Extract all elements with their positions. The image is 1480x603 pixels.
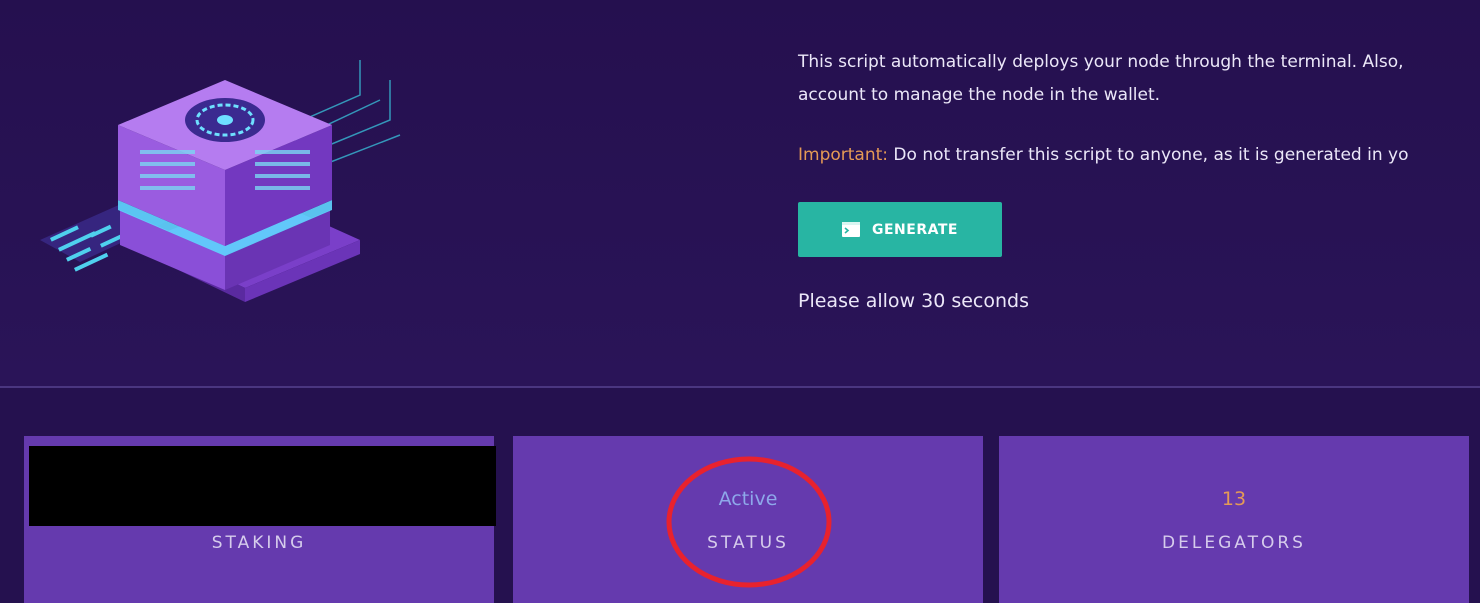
red-annotation-circle: [666, 456, 832, 588]
section-divider: [0, 386, 1480, 388]
generate-button[interactable]: GENERATE: [798, 202, 1002, 257]
delegators-label: DELEGATORS: [1162, 533, 1306, 553]
generate-button-label: GENERATE: [872, 221, 958, 238]
staking-card: STAKING: [24, 436, 496, 603]
wait-notice: Please allow 30 seconds: [798, 290, 1029, 312]
staking-label: STAKING: [211, 533, 307, 553]
important-text: Do not transfer this script to anyone, a…: [888, 145, 1409, 165]
description-line-2: account to manage the node in the wallet…: [798, 85, 1161, 105]
important-label: Important:: [798, 145, 889, 165]
delegators-card: 13 DELEGATORS: [999, 436, 1469, 603]
terminal-icon: [842, 222, 860, 237]
description-line-1: This script automatically deploys your n…: [798, 52, 1404, 72]
server-node-illustration: [40, 60, 401, 302]
important-note: Important: Do not transfer this script t…: [798, 139, 1480, 172]
description-block: This script automatically deploys your n…: [798, 46, 1480, 172]
delegators-value: 13: [1221, 488, 1247, 510]
redacted-value: [29, 446, 496, 526]
